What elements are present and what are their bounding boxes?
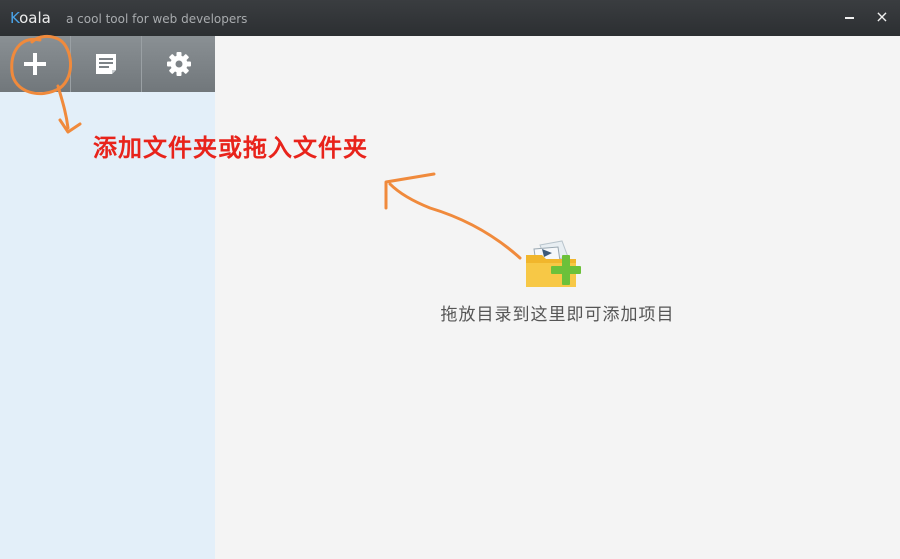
add-folder-button[interactable] bbox=[0, 36, 71, 92]
sidebar bbox=[0, 36, 215, 559]
app-tagline: a cool tool for web developers bbox=[66, 12, 248, 26]
toolbar bbox=[0, 36, 215, 92]
empty-state-text: 拖放目录到这里即可添加项目 bbox=[440, 305, 675, 325]
app-name-rest: oala bbox=[19, 9, 51, 27]
project-drop-area[interactable] bbox=[215, 36, 900, 559]
settings-button[interactable] bbox=[142, 36, 215, 92]
close-button[interactable]: × bbox=[869, 4, 895, 30]
log-button[interactable] bbox=[71, 36, 142, 92]
gear-icon bbox=[166, 52, 191, 76]
close-icon: × bbox=[875, 7, 889, 26]
folder-add-icon bbox=[526, 240, 581, 287]
annotation-text: 添加文件夹或拖入文件夹 bbox=[93, 133, 368, 162]
minimize-icon bbox=[844, 16, 854, 19]
title-bar: Koala a cool tool for web developers × bbox=[0, 0, 900, 36]
app-name-initial: K bbox=[10, 9, 20, 27]
document-icon bbox=[96, 54, 116, 74]
minimize-button[interactable] bbox=[836, 4, 862, 30]
plus-icon bbox=[24, 53, 46, 75]
app-name: Koala bbox=[10, 9, 51, 27]
